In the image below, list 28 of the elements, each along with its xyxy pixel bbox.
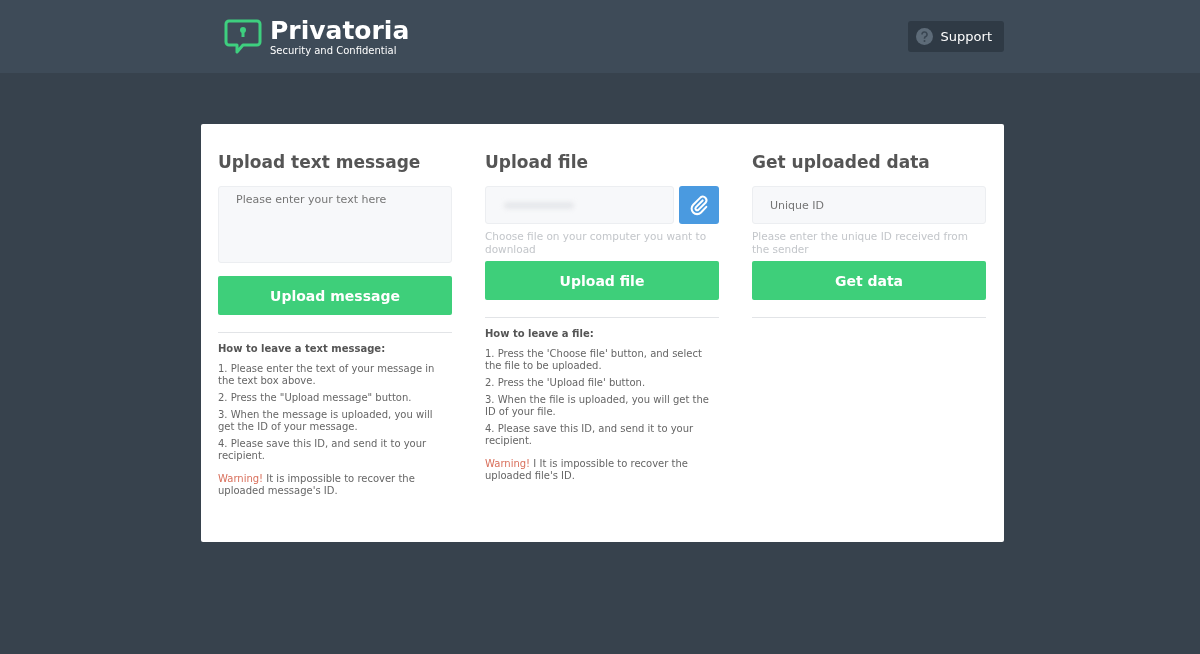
logo-subtitle: Security and Confidential (270, 45, 398, 56)
instructions-heading: How to leave a text message: (218, 343, 387, 354)
warning-note: Warning! I It is impossible to recover the uploaded file's ID. (485, 458, 689, 482)
instruction-step: 3. When the message is uploaded, you will get the ID of your message. (218, 409, 452, 433)
action-button[interactable]: Get data (752, 261, 986, 300)
id-field[interactable]: Unique ID (752, 186, 986, 224)
instruction-step: 4. Please save this ID, and send it to your recipient. (218, 438, 452, 462)
paperclip-icon (688, 194, 710, 216)
section-title: Get uploaded data (752, 152, 931, 172)
action-button[interactable]: Upload file (485, 261, 719, 300)
section-title: Upload text message (218, 152, 422, 172)
chat-lock-icon (224, 17, 262, 56)
instructions-heading: How to leave a file: (485, 328, 595, 339)
hint-text: Please enter the unique ID received from the sender (752, 230, 969, 256)
instruction-step: 3. When the file is uploaded, you will get the ID of your file. (485, 394, 719, 418)
instruction-step: 1. Press the 'Choose file' button, and select the file to be uploaded. (485, 348, 719, 372)
section-title: Upload file (485, 152, 589, 172)
instruction-step: 2. Press the 'Upload file' button. (485, 377, 719, 389)
instruction-step: 2. Press the "Upload message" button. (218, 392, 452, 404)
attach-button[interactable] (679, 186, 719, 224)
help-icon (915, 28, 933, 45)
instruction-step: 1. Please enter the text of your message in the text box above. (218, 363, 452, 387)
action-button[interactable]: Upload message (218, 276, 452, 315)
message-field[interactable]: Please enter your text here (218, 186, 452, 263)
logo-title: Privatoria (270, 17, 410, 45)
instruction-step: 4. Please save this ID, and send it to your recipient. (485, 423, 719, 447)
warning-note: Warning! It is impossible to recover the uploaded message's ID. (218, 473, 416, 497)
support-button[interactable]: Support (907, 21, 1004, 52)
